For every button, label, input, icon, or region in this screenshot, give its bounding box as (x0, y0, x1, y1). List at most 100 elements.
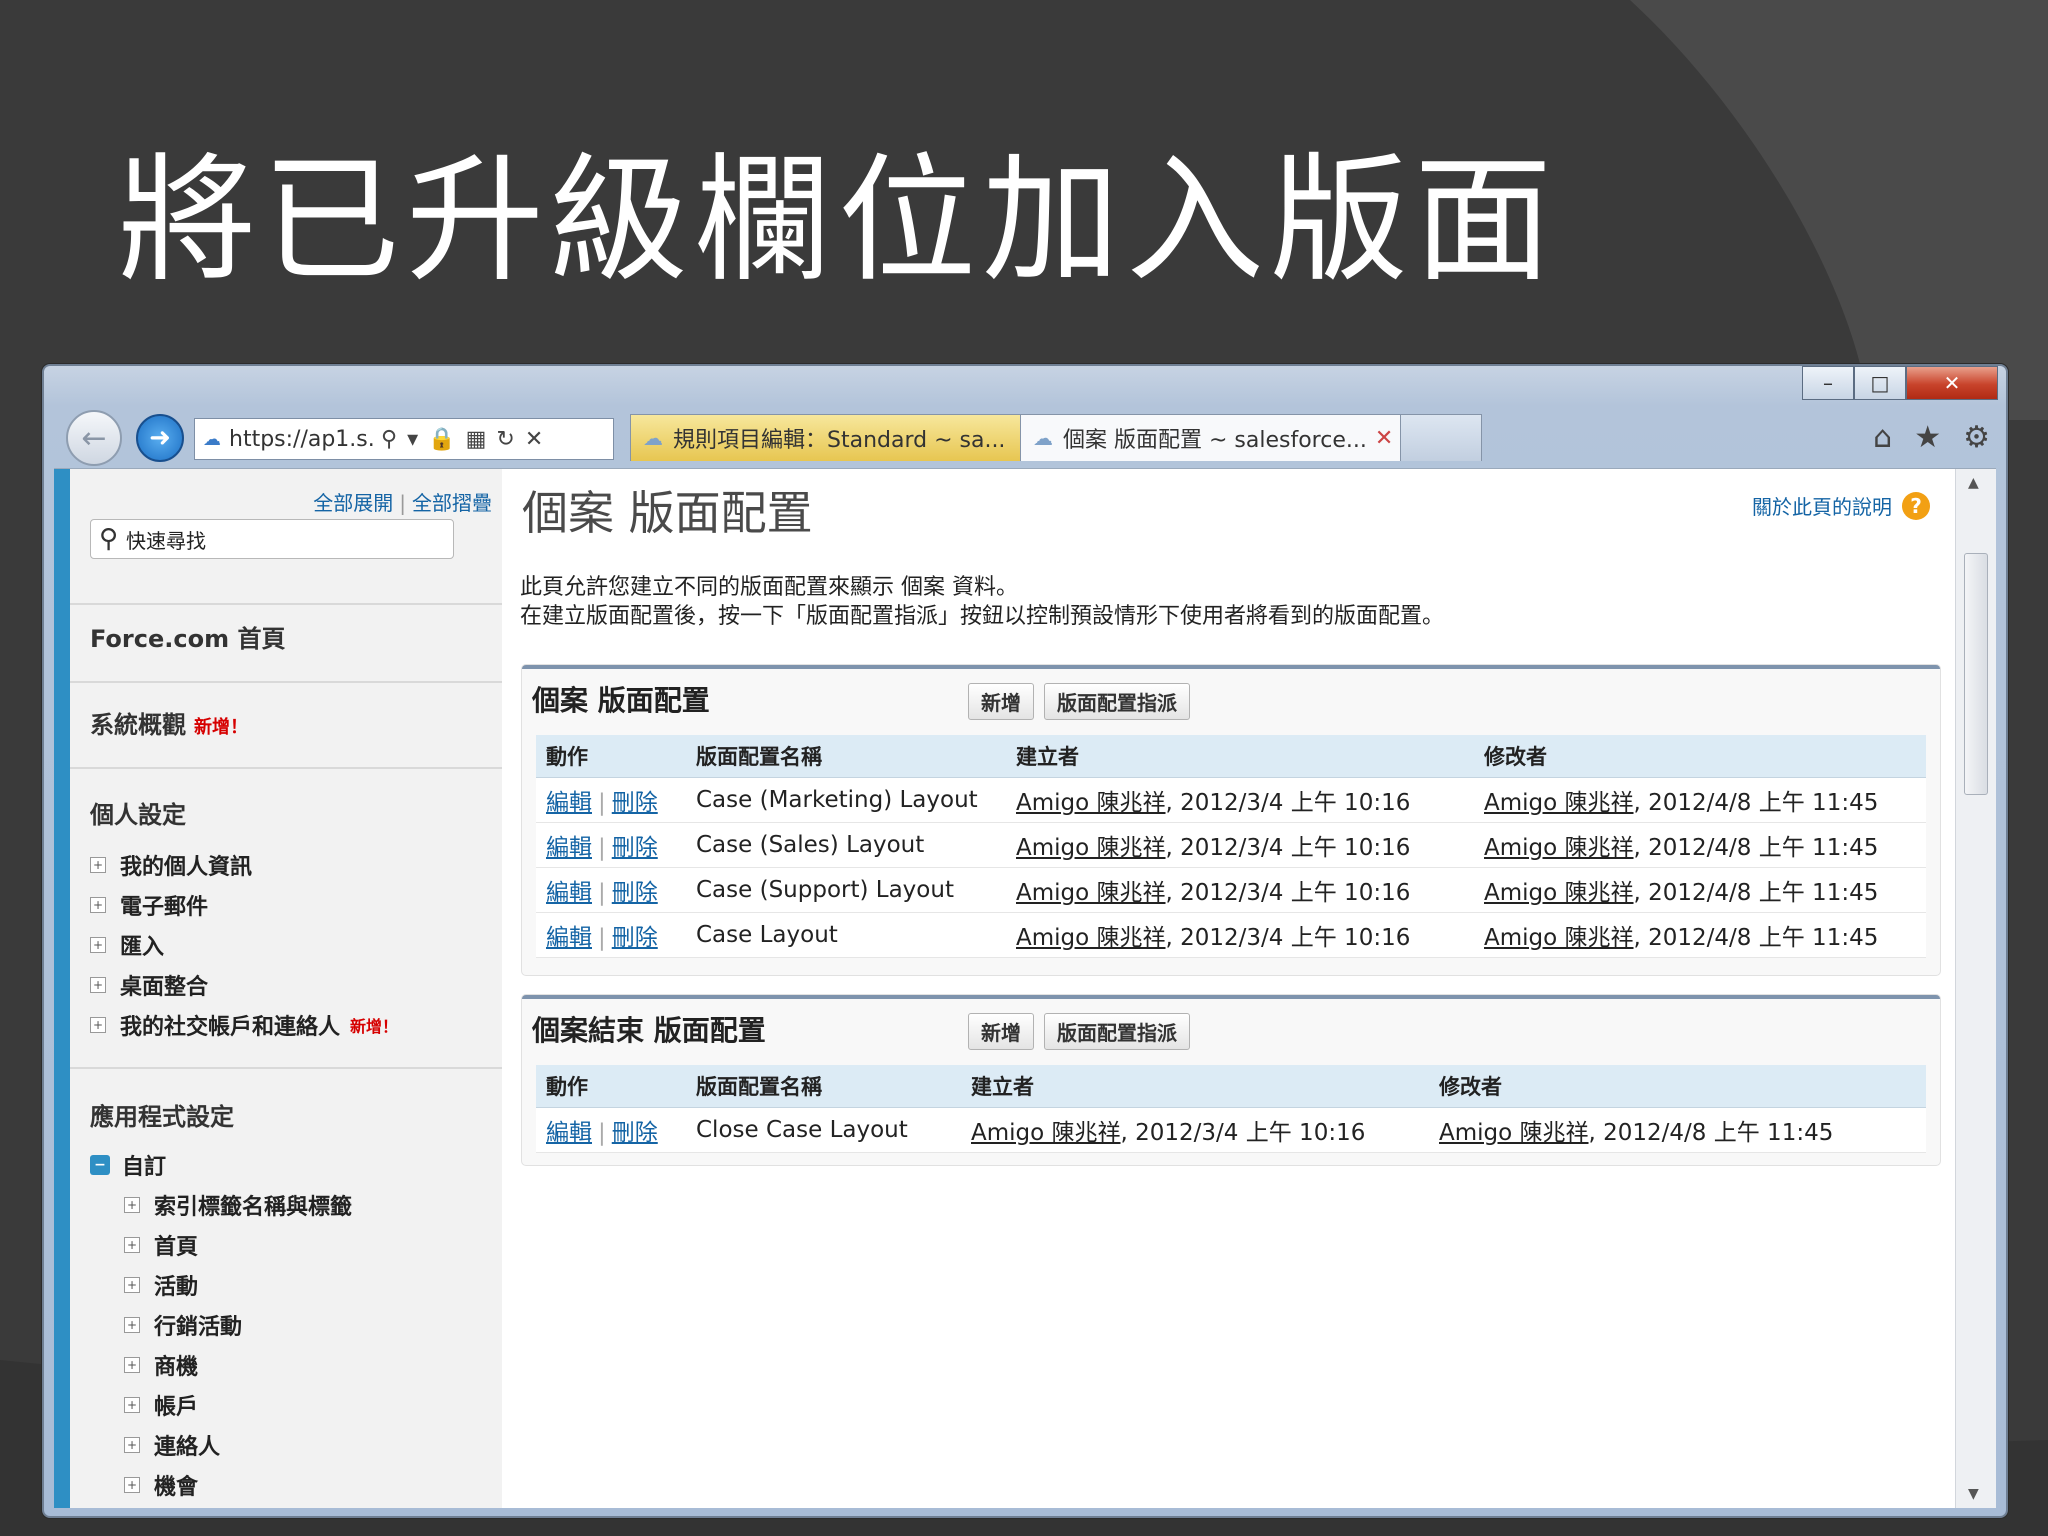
back-button[interactable]: ← (66, 410, 122, 466)
edit-link[interactable]: 編輯 (546, 925, 592, 951)
settings-gear-icon[interactable]: ⚙ (1963, 420, 1990, 455)
stop-icon[interactable]: ✕ (525, 427, 543, 452)
modifier-link[interactable]: Amigo 陳兆祥 (1484, 880, 1634, 906)
expand-icon: + (90, 857, 106, 873)
delete-link[interactable]: 刪除 (612, 1120, 658, 1146)
section-buttons: 新增 版面配置指派 (968, 1013, 1190, 1050)
refresh-icon[interactable]: ↻ (496, 427, 514, 452)
divider (70, 767, 518, 769)
modified-at: , 2012/4/8 上午 11:45 (1633, 880, 1879, 906)
tab-case-layout[interactable]: ☁ 個案 版面配置 ~ salesforce... ✕ (1020, 414, 1416, 461)
column-header-modified: 修改者 (1474, 735, 1926, 778)
quick-find-input[interactable]: ⚲ 快速尋找 (90, 519, 454, 559)
back-arrow-icon: ← (81, 420, 107, 456)
maximize-button[interactable]: □ (1854, 366, 1906, 400)
creator-link[interactable]: Amigo 陳兆祥 (1016, 880, 1166, 906)
home-icon[interactable]: ⌂ (1873, 420, 1892, 455)
scroll-thumb[interactable] (1964, 553, 1988, 795)
modifier-link[interactable]: Amigo 陳兆祥 (1484, 790, 1634, 816)
creator-link[interactable]: Amigo 陳兆祥 (1016, 925, 1166, 951)
sidebar-item-campaigns[interactable]: + 行銷活動 (124, 1309, 242, 1341)
action-cell: 編輯 | 刪除 (536, 912, 686, 958)
expand-all-link[interactable]: 全部展開 (313, 491, 393, 515)
sidebar-item-label: 匯入 (120, 935, 165, 960)
lock-icon[interactable]: 🔒 (428, 427, 455, 452)
minimize-button[interactable]: – (1802, 366, 1854, 400)
sidebar-item-label: 連絡人 (154, 1435, 221, 1460)
layout-assignment-button[interactable]: 版面配置指派 (1044, 1013, 1190, 1050)
column-header-modified: 修改者 (1429, 1065, 1926, 1108)
address-text[interactable]: https://ap1.s. (229, 427, 377, 452)
tab-rule-edit[interactable]: ☁ 規則項目編輯：Standard ~ sa... (630, 414, 1036, 461)
separator: | (598, 835, 606, 861)
collapse-icon: − (90, 1155, 110, 1175)
modifier-link[interactable]: Amigo 陳兆祥 (1439, 1120, 1589, 1146)
table-header-row: 動作 版面配置名稱 建立者 修改者 (536, 1065, 1926, 1108)
delete-link[interactable]: 刪除 (612, 880, 658, 906)
action-cell: 編輯 | 刪除 (536, 1107, 686, 1153)
search-icon[interactable]: ⚲ (381, 427, 397, 452)
expand-icon: + (90, 897, 106, 913)
created-cell: Amigo 陳兆祥, 2012/3/4 上午 10:16 (961, 1107, 1429, 1153)
sidebar-item-contacts[interactable]: + 連絡人 (124, 1429, 220, 1461)
created-cell: Amigo 陳兆祥, 2012/3/4 上午 10:16 (1006, 912, 1474, 958)
creator-link[interactable]: Amigo 陳兆祥 (1016, 790, 1166, 816)
force-home-link[interactable]: Force.com 首頁 (90, 619, 285, 654)
sidebar-item-activities[interactable]: + 活動 (124, 1269, 198, 1301)
main-panel: 個案 版面配置 關於此頁的說明 ? 此頁允許您建立不同的版面配置來顯示 個案 資… (502, 469, 1956, 1508)
edit-link[interactable]: 編輯 (546, 790, 592, 816)
sidebar-item-social-accounts[interactable]: + 我的社交帳戶和連絡人 新增！ (90, 1009, 398, 1041)
favorites-star-icon[interactable]: ★ (1914, 420, 1941, 455)
created-at: , 2012/3/4 上午 10:16 (1165, 925, 1411, 951)
close-window-button[interactable]: ✕ (1906, 366, 1998, 400)
close-tab-icon[interactable]: ✕ (1375, 426, 1393, 451)
sidebar-item-email[interactable]: + 電子郵件 (90, 889, 208, 921)
edit-link[interactable]: 編輯 (546, 880, 592, 906)
expand-icon: + (90, 1017, 106, 1033)
page-icon: ☁ (203, 428, 221, 450)
creator-link[interactable]: Amigo 陳兆祥 (1016, 835, 1166, 861)
modifier-link[interactable]: Amigo 陳兆祥 (1484, 925, 1634, 951)
creator-link[interactable]: Amigo 陳兆祥 (971, 1120, 1121, 1146)
delete-link[interactable]: 刪除 (612, 790, 658, 816)
modifier-link[interactable]: Amigo 陳兆祥 (1484, 835, 1634, 861)
section-buttons: 新增 版面配置指派 (968, 683, 1190, 720)
help-link[interactable]: 關於此頁的說明 ? (1752, 491, 1930, 520)
collapse-all-link[interactable]: 全部摺疊 (412, 491, 492, 515)
edit-link[interactable]: 編輯 (546, 835, 592, 861)
sidebar-item-import[interactable]: + 匯入 (90, 929, 164, 961)
column-header-action: 動作 (536, 735, 686, 778)
new-layout-button[interactable]: 新增 (968, 1013, 1034, 1050)
created-cell: Amigo 陳兆祥, 2012/3/4 上午 10:16 (1006, 867, 1474, 913)
compatibility-icon[interactable]: ▦ (466, 427, 487, 452)
system-overview-link[interactable]: 系統概觀 新增！ (90, 705, 248, 740)
sidebar-item-personal-info[interactable]: + 我的個人資訊 (90, 849, 252, 881)
new-tab-button[interactable] (1400, 414, 1482, 461)
vertical-scrollbar[interactable]: ▲ ▼ (1955, 469, 1996, 1508)
forward-button[interactable]: ➜ (136, 414, 184, 462)
new-layout-button[interactable]: 新增 (968, 683, 1034, 720)
layout-name: Case Layout (686, 912, 1006, 958)
scroll-up-icon[interactable]: ▲ (1968, 475, 1979, 491)
table-row: 編輯 | 刪除 Case Layout Amigo 陳兆祥, 2012/3/4 上午… (536, 912, 1926, 958)
sidebar-item-accounts[interactable]: + 帳戶 (124, 1389, 198, 1421)
edit-link[interactable]: 編輯 (546, 1120, 592, 1146)
scroll-down-icon[interactable]: ▼ (1968, 1486, 1979, 1502)
sidebar-item-leads[interactable]: + 商機 (124, 1349, 198, 1381)
personal-setup-heading: 個人設定 (90, 801, 186, 829)
column-header-created: 建立者 (961, 1065, 1429, 1108)
sidebar-item-tab-names[interactable]: + 索引標籤名稱與標籤 (124, 1189, 352, 1221)
action-cell: 編輯 | 刪除 (536, 777, 686, 823)
sidebar-item-customize[interactable]: − 自訂 (90, 1149, 166, 1181)
app-setup-heading: 應用程式設定 (90, 1103, 234, 1131)
address-bar[interactable]: ☁ https://ap1.s. ⚲ ▾ 🔒 ▦ ↻ ✕ (194, 418, 614, 460)
layout-assignment-button[interactable]: 版面配置指派 (1044, 683, 1190, 720)
dropdown-icon[interactable]: ▾ (407, 427, 418, 452)
sidebar-item-label: 桌面整合 (120, 975, 209, 1000)
sidebar-item-opportunities[interactable]: + 機會 (124, 1469, 198, 1501)
sidebar-item-home[interactable]: + 首頁 (124, 1229, 198, 1261)
address-tools: ⚲ ▾ 🔒 ▦ ↻ ✕ (381, 427, 543, 452)
delete-link[interactable]: 刪除 (612, 925, 658, 951)
delete-link[interactable]: 刪除 (612, 835, 658, 861)
sidebar-item-desktop-integration[interactable]: + 桌面整合 (90, 969, 208, 1001)
